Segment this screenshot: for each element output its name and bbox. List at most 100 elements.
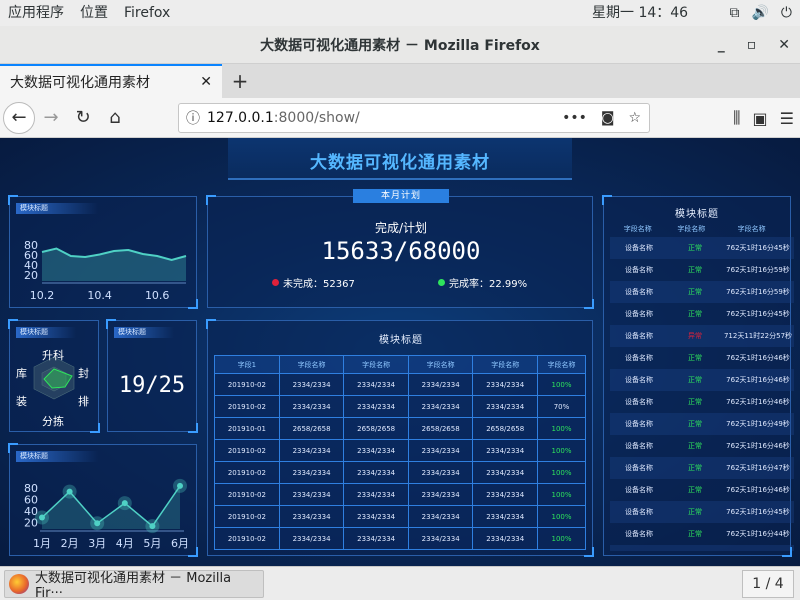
list-cell: 设备名称 [625,420,653,428]
y-tick-label: 20 [24,269,38,282]
x-tick-label: 1月 [33,537,51,550]
device-list-header: 字段名称 字段名称 字段名称 [610,223,786,235]
places-menu[interactable]: 位置 [72,0,116,26]
firefox-app-menu[interactable]: Firefox [116,0,178,26]
table-cell: 2658/2658 [472,417,538,440]
list-item: 设备名称 正常 762天1时16分46秒 [610,391,794,413]
applications-menu[interactable]: 应用程序 [0,0,72,26]
list-cell: 设备名称 [625,508,653,516]
x-tick-label: 10.2 [30,289,55,302]
table-cell: 2334/2334 [343,527,409,550]
list-cell: 正常 [688,398,702,406]
list-item: 设备名称正常762天1时16分44秒 [610,545,794,551]
window-titlebar: 大数据可视化通用素材 － Mozilla Firefox _ ▫ ✕ [0,26,800,64]
pocket-icon[interactable]: ◙ [601,110,615,126]
window-title: 大数据可视化通用素材 － Mozilla Firefox [260,37,540,54]
table-cell: 2334/2334 [472,527,538,550]
sidebar-icon[interactable]: ▣ [753,109,768,128]
device-list-panel: 模块标题 字段名称 字段名称 字段名称 设备名称 正常 762天1时16分45秒 设备… [602,195,794,557]
dashboard-title: 大数据可视化通用素材 [310,153,490,173]
radar-label: 装 [16,395,27,408]
x-tick-label: 10.4 [87,289,112,302]
list-cell: 正常 [688,530,702,538]
list-cell: 762天1时16分49秒 [726,420,790,428]
hamburger-menu-icon[interactable]: ☰ [780,109,794,128]
table-cell: 2334/2334 [343,461,409,484]
data-point [39,514,45,521]
power-icon[interactable]: ⏻ [781,5,792,21]
url-host: 127.0.0.1 [207,110,274,126]
library-icon[interactable]: ⫼ [733,108,740,128]
table-cell: 100% [536,483,586,506]
site-info-icon[interactable]: ⓘ [179,108,207,128]
list-cell: 762天1时16分59秒 [726,288,790,296]
list-item: 设备名称 正常 762天1时16分59秒 [610,281,794,303]
workspace-switcher[interactable]: 1 / 4 [742,570,794,598]
taskbar-window-item[interactable]: 大数据可视化通用素材 － Mozilla Fir··· [4,570,264,600]
list-cell: 正常 [688,244,702,252]
back-button[interactable]: ← [3,101,35,134]
url-bar[interactable]: ⓘ 127.0.0.1:8000/show/ ••• ◙ ☆ [178,103,650,133]
table-cell: 2334/2334 [472,439,538,462]
maximize-button[interactable]: ▫ [747,37,757,53]
table-cell: 201910-01 [214,417,280,440]
table-cell: 100% [536,461,586,484]
month-plan-tag: 本月计划 [353,189,449,203]
list-item: 设备名称 异常 712天11时22分57秒 [610,325,794,347]
list-cell: 设备名称 [625,464,653,472]
volume-icon[interactable]: 🔊 [751,5,768,21]
table-cell: 2334/2334 [278,373,345,396]
clock[interactable]: 星期一 14：46 [592,0,688,26]
data-point [121,500,128,507]
header-cell: 字段名称 [737,225,766,233]
x-tick-label: 2月 [61,537,79,550]
device-list-body: 设备名称 正常 762天1时16分45秒 设备名称 正常 762天1时16分59秒 设备名称… [610,237,794,551]
table-cell: 100% [536,439,586,462]
list-cell: 正常 [688,420,702,428]
new-tab-button[interactable]: + [222,64,258,98]
system-tray[interactable]: ⧉ 🔊 ⏻ [729,0,792,26]
table-cell: 100% [536,417,586,440]
completion-rate-stat: 完成率：22.99% [438,275,527,290]
list-cell: 762天1时16分45秒 [726,310,790,318]
home-button[interactable]: ⌂ [99,102,131,134]
table-cell: 2334/2334 [278,505,345,528]
header-cell: 字段名称 [623,225,652,233]
page-actions-icon[interactable]: ••• [562,110,587,126]
header-cell: 字段名称 [677,225,706,233]
line-chart-panel: 模块标题 80 60 40 20 1月 2月 3月 4月 5月 6月 [8,443,198,557]
red-dot-icon [272,279,279,286]
table-cell: 2334/2334 [407,505,474,528]
list-cell: 正常 [688,288,702,296]
table-cell: 2658/2658 [343,417,409,440]
unfinished-text: 未完成：52367 [283,279,355,290]
minimize-button[interactable]: _ [718,37,725,53]
table-cell: 2334/2334 [472,373,538,396]
table-cell: 2334/2334 [472,395,538,418]
green-dot-icon [438,279,445,286]
list-cell: 设备名称 [625,288,653,296]
ratio-panel: 模块标题 19/25 [106,319,198,433]
table-cell: 2334/2334 [472,483,538,506]
table-cell: 2334/2334 [472,505,538,528]
table-row: 201910-02 2334/2334 2334/2334 2334/2334 2334… [214,527,586,550]
bookmark-star-icon[interactable]: ☆ [628,110,641,126]
table-cell: 2334/2334 [278,483,345,506]
table-cell: 2334/2334 [343,439,409,462]
close-tab-icon[interactable]: ✕ [200,74,212,90]
dashboard-header: 大数据可视化通用素材 [0,138,800,182]
table-cell: 2658/2658 [278,417,345,440]
data-point [94,520,101,527]
table-cell: 100% [536,373,586,396]
forward-button[interactable]: → [35,102,67,134]
reload-button[interactable]: ↻ [67,102,99,134]
table-row: 201910-02 2334/2334 2334/2334 2334/2334 2334… [214,439,586,462]
table-cell: 2334/2334 [343,373,409,396]
table-cell: 100% [536,505,586,528]
table-cell: 2334/2334 [278,439,345,462]
close-window-button[interactable]: ✕ [778,37,790,53]
device-list-title: 模块标题 [675,209,719,220]
table-header-cell: 字段名称 [343,355,409,374]
tab-dashboard[interactable]: 大数据可视化通用素材 ✕ [0,64,222,98]
network-icon[interactable]: ⧉ [729,5,739,21]
